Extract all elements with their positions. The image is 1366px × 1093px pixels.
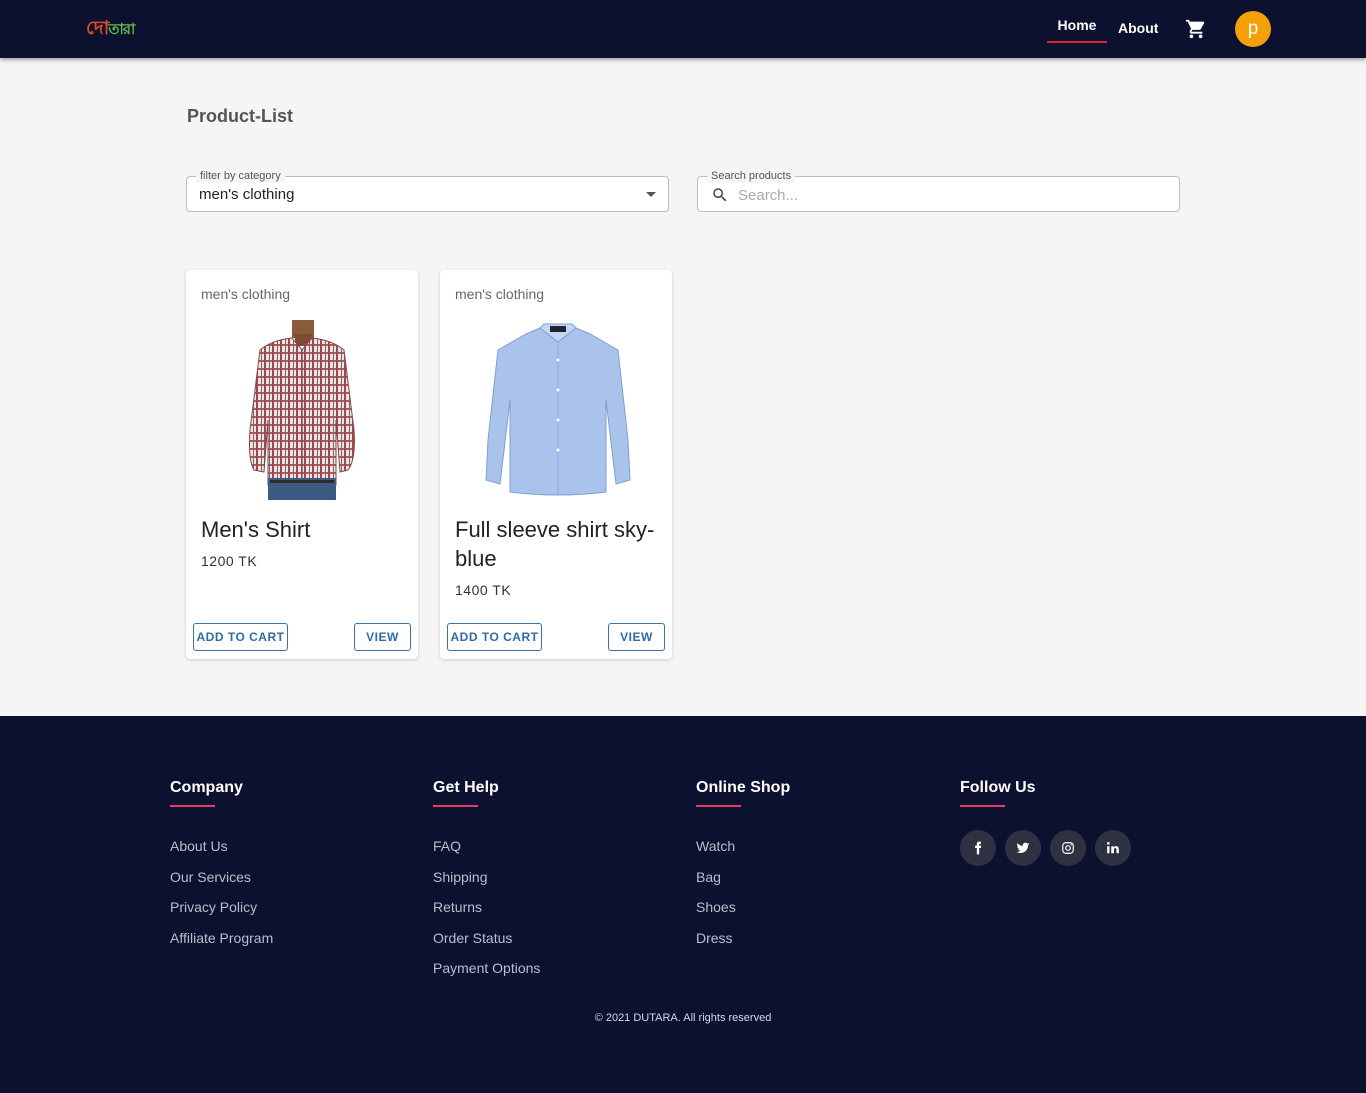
footer-link[interactable]: Watch — [696, 831, 790, 862]
search-field-label: Search products — [707, 169, 796, 183]
site-footer: Company About Us Our Services Privacy Po… — [0, 716, 1366, 1093]
nav-about-link[interactable]: About — [1118, 20, 1158, 36]
heading-underline — [960, 805, 1005, 807]
add-to-cart-button[interactable]: ADD TO CART — [447, 623, 542, 651]
product-category: men's clothing — [201, 286, 291, 302]
category-filter-label: filter by category — [196, 169, 285, 183]
footer-heading: Get Help — [433, 779, 499, 796]
heading-underline — [170, 805, 215, 807]
facebook-icon[interactable] — [960, 830, 996, 866]
footer-follow-column: Follow Us — [960, 779, 1131, 866]
footer-heading: Company — [170, 779, 243, 796]
footer-heading: Follow Us — [960, 779, 1036, 796]
copyright-text: © 2021 DUTARA. All rights reserved — [594, 1012, 772, 1024]
product-image — [485, 323, 631, 496]
product-card: men's clothing Full sleeve shirt sky-blu… — [440, 270, 672, 659]
footer-link[interactable]: Our Services — [170, 862, 273, 893]
footer-link[interactable]: Dress — [696, 923, 790, 954]
footer-link[interactable]: Bag — [696, 862, 790, 893]
top-navbar: দোতারা Home About p — [0, 0, 1366, 58]
footer-link[interactable]: Affiliate Program — [170, 923, 273, 954]
footer-link[interactable]: Payment Options — [433, 953, 540, 984]
search-input[interactable] — [738, 183, 1158, 207]
footer-heading: Online Shop — [696, 779, 791, 796]
footer-link[interactable]: FAQ — [433, 831, 540, 862]
footer-link[interactable]: Returns — [433, 892, 540, 923]
twitter-icon[interactable] — [1005, 830, 1041, 866]
user-avatar[interactable]: p — [1235, 11, 1271, 47]
brand-logo[interactable]: দোতারা — [86, 14, 135, 46]
product-image — [249, 320, 355, 500]
heading-underline — [433, 805, 478, 807]
product-price: 1200 TK — [201, 553, 258, 569]
footer-link[interactable]: Shipping — [433, 862, 540, 893]
product-card: men's clothing Men's Shirt 1200 TK ADD T… — [186, 270, 418, 659]
footer-company-column: Company About Us Our Services Privacy Po… — [170, 779, 273, 953]
view-button[interactable]: VIEW — [608, 623, 665, 651]
footer-shop-column: Online Shop Watch Bag Shoes Dress — [696, 779, 790, 953]
add-to-cart-button[interactable]: ADD TO CART — [193, 623, 288, 651]
product-price: 1400 TK — [455, 582, 512, 598]
view-button[interactable]: VIEW — [354, 623, 411, 651]
cart-icon[interactable] — [1185, 18, 1207, 40]
nav-home-link[interactable]: Home — [1047, 0, 1107, 43]
page-title: Product-List — [187, 106, 293, 126]
search-icon — [713, 188, 727, 202]
logo-text-part2: তারা — [108, 20, 135, 38]
category-filter-select[interactable]: filter by category men's clothing — [186, 169, 669, 212]
category-filter-value: men's clothing — [199, 186, 295, 203]
search-field: Search products — [697, 169, 1180, 212]
product-title: Men's Shirt — [201, 517, 311, 542]
instagram-icon[interactable] — [1050, 830, 1086, 866]
footer-link[interactable]: Privacy Policy — [170, 892, 273, 923]
product-title: Full sleeve shirt sky-blue — [455, 517, 655, 571]
footer-link[interactable]: Shoes — [696, 892, 790, 923]
dropdown-arrow-icon[interactable] — [646, 192, 656, 197]
product-category: men's clothing — [455, 286, 545, 302]
logo-text-part1: দো — [86, 17, 109, 39]
heading-underline — [696, 805, 741, 807]
footer-help-column: Get Help FAQ Shipping Returns Order Stat… — [433, 779, 540, 984]
footer-link[interactable]: About Us — [170, 831, 273, 862]
footer-link[interactable]: Order Status — [433, 923, 540, 954]
linkedin-icon[interactable] — [1095, 830, 1131, 866]
